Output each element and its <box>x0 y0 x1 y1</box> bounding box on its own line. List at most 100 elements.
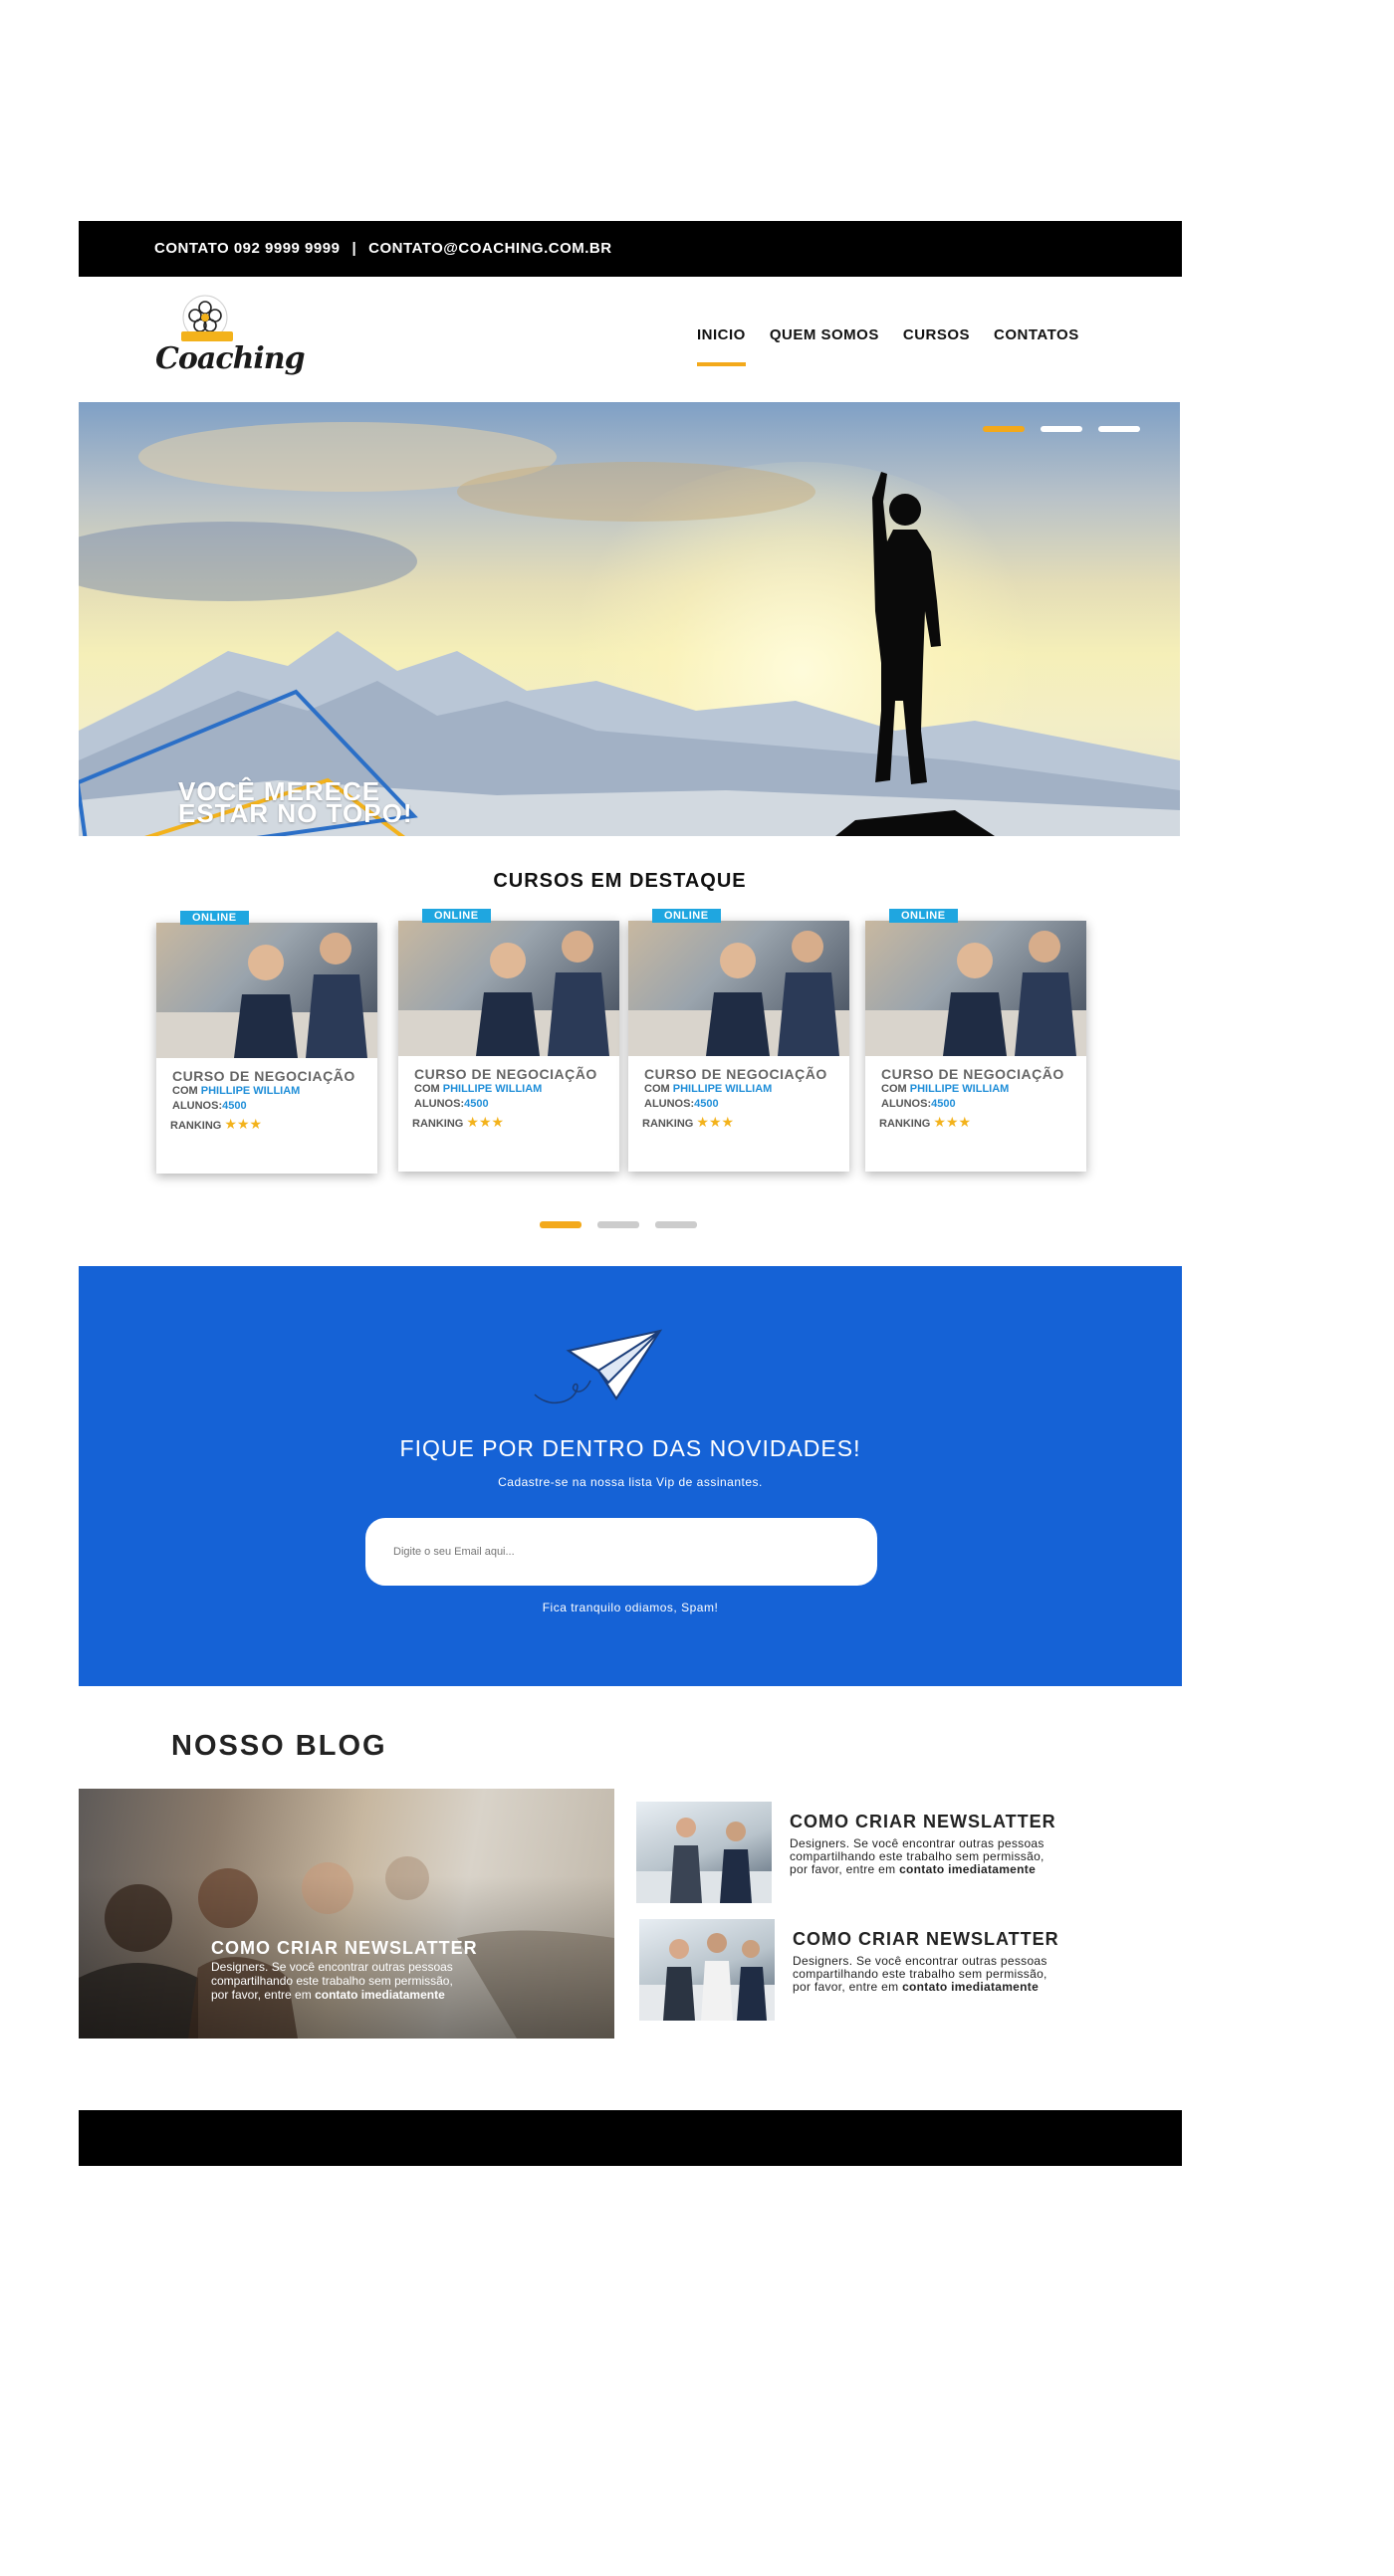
hero-banner: VOCÊ MERECE ESTAR NO TOPO! <box>79 402 1180 836</box>
course-card[interactable]: ONLINE CURSO DE NEGOCIAÇÃO COM PHILLIPE … <box>628 909 849 1172</box>
teacher-name[interactable]: PHILLIPE WILLIAM <box>443 1083 543 1095</box>
online-badge: ONLINE <box>652 909 721 923</box>
course-students: ALUNOS:4500 <box>644 1098 719 1110</box>
logo-wordmark: Coaching <box>155 341 306 376</box>
course-ranking: RANKING ★★★ <box>170 1116 262 1133</box>
rating-stars: ★★★ <box>696 1114 735 1130</box>
course-name: CURSO DE NEGOCIAÇÃO <box>172 1068 355 1084</box>
students-count: 4500 <box>222 1100 247 1112</box>
rating-stars: ★★★ <box>933 1114 972 1130</box>
course-photo <box>628 921 849 1056</box>
nav-inicio[interactable]: INICIO <box>697 326 746 366</box>
paper-plane-icon <box>534 1329 663 1404</box>
nav-quem-somos[interactable]: QUEM SOMOS <box>770 326 879 366</box>
hero-slide-dot-1[interactable] <box>983 426 1025 432</box>
course-card[interactable]: ONLINE CURSO DE NEGOCIAÇÃO COM PHILLIPE … <box>156 911 377 1174</box>
rating-stars: ★★★ <box>466 1114 505 1130</box>
course-students: ALUNOS:4500 <box>414 1098 489 1110</box>
ranking-label: RANKING <box>642 1118 694 1130</box>
contact-separator: | <box>351 240 357 257</box>
rating-stars: ★★★ <box>224 1116 263 1132</box>
contact-info: CONTATO 092 9999 9999 | CONTATO@COACHING.C… <box>154 221 612 277</box>
contact-bar: CONTATO 092 9999 9999 | CONTATO@COACHING.C… <box>79 221 1182 277</box>
course-photo <box>398 921 619 1056</box>
students-count: 4500 <box>464 1098 489 1110</box>
teacher-name[interactable]: PHILLIPE WILLIAM <box>201 1085 301 1097</box>
logo-ribbon <box>181 331 233 341</box>
courses-section-title: CURSOS EM DESTAQUE <box>493 870 747 892</box>
online-badge: ONLINE <box>422 909 491 923</box>
blog-side-image <box>636 1802 772 1903</box>
logo[interactable]: Coaching <box>151 294 306 388</box>
course-ranking: RANKING ★★★ <box>412 1114 504 1131</box>
blog-side-post[interactable]: COMO CRIAR NEWSLATTER Designers. Se você… <box>639 1919 1097 2023</box>
excerpt-highlight: contato imediatamente <box>902 1980 1040 1994</box>
blog-section-title: NOSSO BLOG <box>171 1730 387 1762</box>
ranking-label: RANKING <box>412 1118 464 1130</box>
blog-side-post[interactable]: COMO CRIAR NEWSLATTER Designers. Se você… <box>636 1802 1094 1905</box>
hero-slide-dot-3[interactable] <box>1098 426 1140 432</box>
course-by-prefix: COM <box>172 1085 198 1097</box>
courses-page-dot-3[interactable] <box>655 1221 697 1228</box>
newsletter-note: Fica tranquilo odiamos, Spam! <box>542 1601 719 1614</box>
nav-cursos[interactable]: CURSOS <box>903 326 970 366</box>
courses-page-dot-2[interactable] <box>597 1221 639 1228</box>
course-ranking: RANKING ★★★ <box>879 1114 971 1131</box>
contact-phone: CONTATO 092 9999 9999 <box>154 240 341 257</box>
hero-slide-dot-2[interactable] <box>1041 426 1082 432</box>
newsletter-title: FIQUE POR DENTRO DAS NOVIDADES! <box>399 1435 861 1461</box>
students-count: 4500 <box>694 1098 719 1110</box>
blog-side-excerpt: Designers. Se você encontrar outras pess… <box>790 1837 1050 1876</box>
course-by-prefix: COM <box>881 1083 907 1095</box>
hero-slider-dots <box>983 426 1140 432</box>
course-name: CURSO DE NEGOCIAÇÃO <box>414 1066 597 1082</box>
blog-side-image <box>639 1919 775 2021</box>
hero-caption: VOCÊ MERECE ESTAR NO TOPO! <box>178 778 413 828</box>
course-photo <box>865 921 1086 1056</box>
course-photo <box>156 923 377 1058</box>
ranking-label: RANKING <box>879 1118 931 1130</box>
students-label: ALUNOS: <box>644 1098 695 1110</box>
blog-post-title[interactable]: COMO CRIAR NEWSLATTER <box>211 1938 478 1959</box>
students-count: 4500 <box>931 1098 956 1110</box>
students-label: ALUNOS: <box>881 1098 932 1110</box>
course-teacher: COM PHILLIPE WILLIAM <box>172 1085 300 1097</box>
newsletter-subtitle: Cadastre-se na nossa lista Vip de assina… <box>498 1475 763 1489</box>
newsletter-section: FIQUE POR DENTRO DAS NOVIDADES! Cadastre… <box>79 1266 1182 1686</box>
course-ranking: RANKING ★★★ <box>642 1114 734 1131</box>
courses-pagination <box>540 1221 697 1228</box>
main-nav: INICIO QUEM SOMOS CURSOS CONTATOS <box>697 326 1079 366</box>
online-badge: ONLINE <box>889 909 958 923</box>
students-label: ALUNOS: <box>172 1100 223 1112</box>
contact-email[interactable]: CONTATO@COACHING.COM.BR <box>368 240 611 257</box>
course-name: CURSO DE NEGOCIAÇÃO <box>881 1066 1064 1082</box>
excerpt-highlight: contato imediatamente <box>315 1988 445 2002</box>
course-teacher: COM PHILLIPE WILLIAM <box>644 1083 772 1095</box>
course-teacher: COM PHILLIPE WILLIAM <box>881 1083 1009 1095</box>
newsletter-email-input[interactable] <box>365 1518 877 1586</box>
footer-bar <box>79 2110 1182 2166</box>
course-by-prefix: COM <box>414 1083 440 1095</box>
blog-side-title[interactable]: COMO CRIAR NEWSLATTER <box>793 1929 1059 1950</box>
teacher-name[interactable]: PHILLIPE WILLIAM <box>910 1083 1010 1095</box>
ranking-label: RANKING <box>170 1120 222 1132</box>
blog-side-excerpt: Designers. Se você encontrar outras pess… <box>793 1955 1053 1994</box>
nav-contatos[interactable]: CONTATOS <box>994 326 1079 366</box>
course-by-prefix: COM <box>644 1083 670 1095</box>
course-card[interactable]: ONLINE CURSO DE NEGOCIAÇÃO COM PHILLIPE … <box>865 909 1086 1172</box>
blog-featured-post[interactable]: COMO CRIAR NEWSLATTER Designers. Se você… <box>79 1789 614 2039</box>
blog-post-excerpt: Designers. Se você encontrar outras pess… <box>211 1960 470 2002</box>
excerpt-highlight: contato imediatamente <box>899 1862 1037 1876</box>
hero-caption-line2: ESTAR NO TOPO! <box>178 798 413 828</box>
course-teacher: COM PHILLIPE WILLIAM <box>414 1083 542 1095</box>
blog-side-title[interactable]: COMO CRIAR NEWSLATTER <box>790 1812 1056 1832</box>
students-label: ALUNOS: <box>414 1098 465 1110</box>
course-students: ALUNOS:4500 <box>172 1100 247 1112</box>
mountains-image <box>79 472 1180 836</box>
courses-page-dot-1[interactable] <box>540 1221 581 1228</box>
course-name: CURSO DE NEGOCIAÇÃO <box>644 1066 827 1082</box>
course-card[interactable]: ONLINE CURSO DE NEGOCIAÇÃO COM PHILLIPE … <box>398 909 619 1172</box>
course-students: ALUNOS:4500 <box>881 1098 956 1110</box>
online-badge: ONLINE <box>180 911 249 925</box>
teacher-name[interactable]: PHILLIPE WILLIAM <box>673 1083 773 1095</box>
